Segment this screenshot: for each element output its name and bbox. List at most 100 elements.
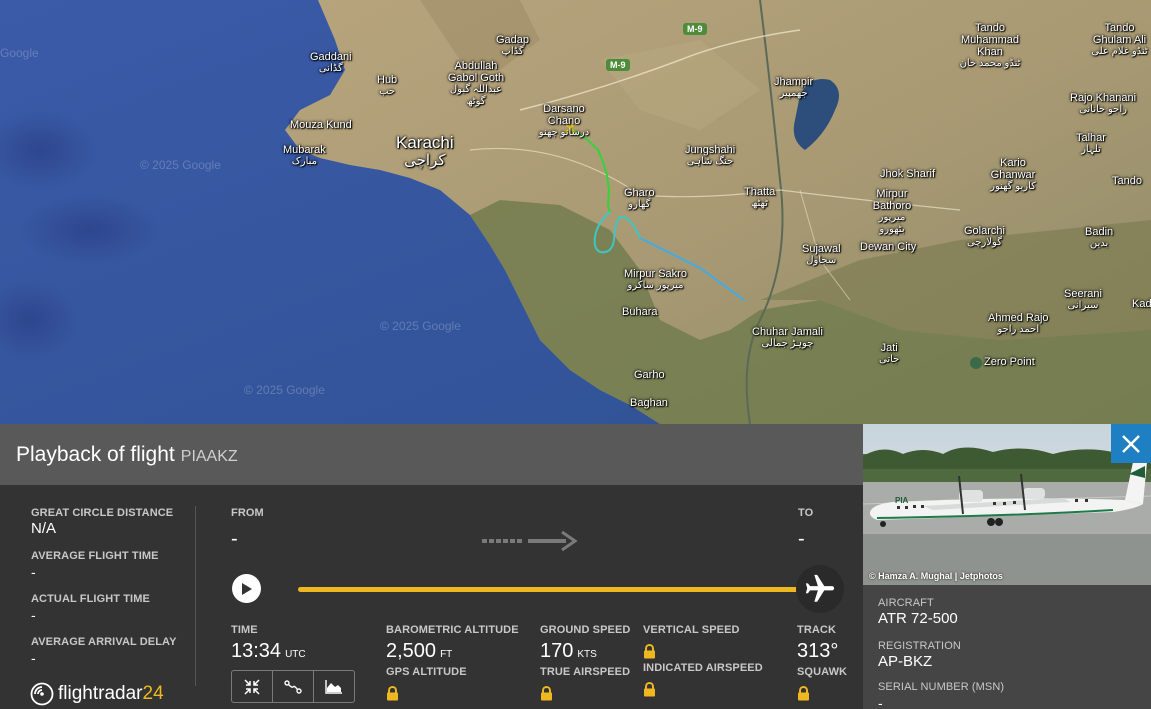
- panel-header: Playback of flight PIAAKZ: [0, 424, 863, 485]
- place-label: Garho: [634, 369, 665, 381]
- place-label: Talhar تلہار: [1076, 132, 1106, 155]
- vertical-speed-label: VERTICAL SPEED: [643, 624, 740, 636]
- play-button[interactable]: [232, 574, 261, 603]
- svg-text:PIA: PIA: [895, 496, 909, 505]
- playback-progress-bar[interactable]: [298, 587, 820, 592]
- place-label: Mubarak مبارک: [283, 144, 326, 167]
- place-label: Darsano Chano درسانو چھنو: [538, 103, 590, 138]
- fit-view-icon: [244, 678, 260, 695]
- place-label: Thatta ٹھٹھ: [744, 186, 776, 209]
- aircraft-photo-image: PIA: [863, 424, 1151, 585]
- aircraft-photo[interactable]: PIA © Hamza A. Mughal | Jetphotos: [863, 424, 1151, 585]
- place-label: Chuhar Jamali چوہڑ جمالی: [752, 326, 823, 349]
- airplane-icon: [805, 574, 835, 602]
- place-label: Rajo Khanani راجو خانانی: [1070, 92, 1137, 115]
- average-flight-time-label: AVERAGE FLIGHT TIME: [31, 550, 159, 562]
- place-label: Abdullah Gabol Goth عبداللہ گبول گوٹھ: [447, 60, 505, 107]
- lock-icon: [644, 682, 655, 697]
- flight-callsign: PIAAKZ: [180, 447, 238, 465]
- to-value: -: [798, 528, 805, 550]
- lock-icon: [644, 644, 655, 659]
- place-label: Sujawal سجاول: [802, 243, 841, 266]
- place-label: Gadap گڈاپ: [496, 34, 530, 57]
- time-value: 13:34 UTC: [231, 640, 306, 662]
- map-watermark: Google: [0, 46, 39, 60]
- place-label: Hub حب: [377, 74, 398, 97]
- average-arrival-delay-label: AVERAGE ARRIVAL DELAY: [31, 636, 177, 648]
- average-flight-time-value: -: [31, 564, 36, 580]
- place-label: Buhara: [622, 306, 658, 318]
- place-label: Ahmed Rajo احمد راجو: [988, 312, 1049, 335]
- place-label: Tando Ghulam Ali ٹنڈو غلام علی: [1091, 22, 1148, 57]
- track-label: TRACK: [797, 624, 836, 636]
- map-watermark: © 2025 Google: [244, 383, 325, 397]
- from-value: -: [231, 528, 238, 550]
- road-shield: M-9: [606, 59, 630, 71]
- close-icon: [1122, 434, 1140, 453]
- panel-divider: [195, 506, 196, 686]
- serial-number-value: -: [878, 695, 883, 709]
- from-label: FROM: [231, 507, 264, 519]
- track-value: 313°: [797, 640, 839, 662]
- great-circle-distance-value: N/A: [31, 520, 57, 537]
- great-circle-distance-label: GREAT CIRCLE DISTANCE: [31, 507, 174, 519]
- ground-speed-label: GROUND SPEED: [540, 624, 631, 636]
- serial-number-label: SERIAL NUMBER (MSN): [878, 681, 1005, 693]
- actual-flight-time-value: -: [31, 607, 36, 623]
- aircraft-type-label: AIRCRAFT: [878, 597, 934, 609]
- indicated-airspeed-label: INDICATED AIRSPEED: [643, 662, 763, 674]
- altitude-chart-button[interactable]: [314, 671, 354, 702]
- map-watermark: © 2025 Google: [140, 158, 221, 172]
- route-icon: [284, 679, 302, 694]
- barometric-altitude-value: 2,500 FT: [386, 640, 453, 662]
- aircraft-type-value: ATR 72-500: [878, 610, 958, 627]
- true-airspeed-label: TRUE AIRSPEED: [540, 666, 631, 678]
- radar-logo-icon: [30, 682, 54, 706]
- fit-view-button[interactable]: [232, 671, 273, 702]
- play-icon: [242, 582, 252, 595]
- place-label: Tando Muhammad Khan ٹنڈو محمد خان: [959, 22, 1021, 69]
- playback-handle[interactable]: [796, 565, 844, 613]
- to-label: TO: [798, 507, 814, 519]
- road-shield: M-9: [683, 23, 707, 35]
- actual-flight-time-label: ACTUAL FLIGHT TIME: [31, 593, 150, 605]
- place-label: Badin بدین: [1085, 226, 1114, 249]
- route-button[interactable]: [273, 671, 314, 702]
- place-label: Gaddani گڈانی: [310, 51, 352, 74]
- lock-icon: [798, 686, 809, 701]
- place-label: Zero Point: [984, 356, 1035, 368]
- barometric-altitude-label: BAROMETRIC ALTITUDE: [386, 624, 519, 636]
- place-label: Karachi کراچی: [396, 133, 454, 170]
- aircraft-info-panel: PIA © Hamza A. Mughal | Jetphotos AIRCRA…: [863, 424, 1151, 709]
- place-label: Jhampir جھمپیر: [774, 76, 814, 99]
- place-label: Kad: [1132, 298, 1151, 310]
- place-label: Mirpur Sakro میرپور ساکرو: [624, 268, 687, 291]
- place-label: Baghan: [630, 397, 668, 409]
- squawk-label: SQUAWK: [797, 666, 848, 678]
- ground-speed-value: 170 KTS: [540, 640, 597, 662]
- place-label: Jati جاتی: [879, 342, 900, 365]
- place-label: Tando: [1112, 175, 1142, 187]
- map-watermark: © 2025 Google: [380, 319, 461, 333]
- place-label: Dewan City: [860, 241, 917, 253]
- close-button[interactable]: [1111, 424, 1151, 463]
- gps-altitude-label: GPS ALTITUDE: [386, 666, 467, 678]
- lock-icon: [387, 686, 398, 701]
- place-label: Mouza Kund: [290, 119, 352, 131]
- place-label: Kario Ghanwar کاریو گھنور: [990, 157, 1036, 192]
- average-arrival-delay-value: -: [31, 650, 36, 666]
- direction-arrow-icon: [482, 530, 578, 552]
- playback-panel: Playback of flight PIAAKZ GREAT CIRCLE D…: [0, 424, 863, 709]
- place-label: Mirpur Bathoro میرپور بٹھورو: [872, 188, 912, 235]
- map-tools: [231, 670, 355, 703]
- place-label: Jungshahi جنگ شاہی: [685, 144, 736, 167]
- chart-icon: [325, 679, 342, 694]
- place-label: Jhok Sharif: [880, 168, 936, 180]
- photo-credit: © Hamza A. Mughal | Jetphotos: [869, 571, 1003, 581]
- registration-value: AP-BKZ: [878, 653, 933, 670]
- registration-label: REGISTRATION: [878, 640, 961, 652]
- time-label: TIME: [231, 624, 258, 636]
- flight-map[interactable]: Google © 2025 Google © 2025 Google © 202…: [0, 0, 1151, 424]
- place-label: Seerani سیرانی: [1064, 288, 1102, 311]
- flightradar24-logo: flightradar 24: [30, 682, 164, 706]
